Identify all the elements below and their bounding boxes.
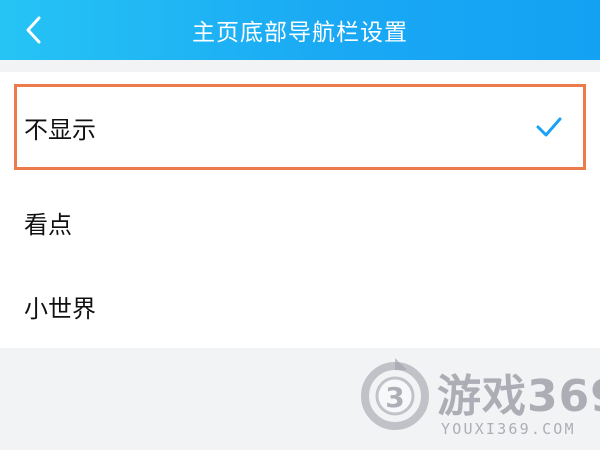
watermark-url: YOUXI369.COM (441, 420, 576, 438)
option-label: 不显示 (24, 115, 96, 144)
site-watermark: 3 游戏369 YOUXI369.COM (355, 350, 600, 445)
checkmark-icon (536, 117, 562, 137)
svg-text:3: 3 (385, 381, 404, 414)
option-hidden[interactable]: 不显示 (14, 84, 586, 170)
watermark-name: 游戏369 (437, 371, 600, 422)
option-label: 看点 (24, 210, 72, 239)
nav-option-list: 不显示 看点 小世界 (0, 72, 600, 348)
watermark-logo: 3 (361, 358, 429, 430)
nav-header: 主页底部导航栏设置 (0, 0, 600, 60)
option-small-world[interactable]: 小世界 (0, 264, 600, 348)
option-kandian[interactable]: 看点 (0, 180, 600, 264)
page-title: 主页底部导航栏设置 (192, 20, 408, 46)
back-button[interactable] (14, 10, 54, 50)
app-root: 主页底部导航栏设置 不显示 看点 小世界 3 游戏369 YOUXI369.CO… (0, 0, 600, 450)
option-label: 小世界 (24, 294, 96, 323)
chevron-left-icon (26, 16, 41, 44)
